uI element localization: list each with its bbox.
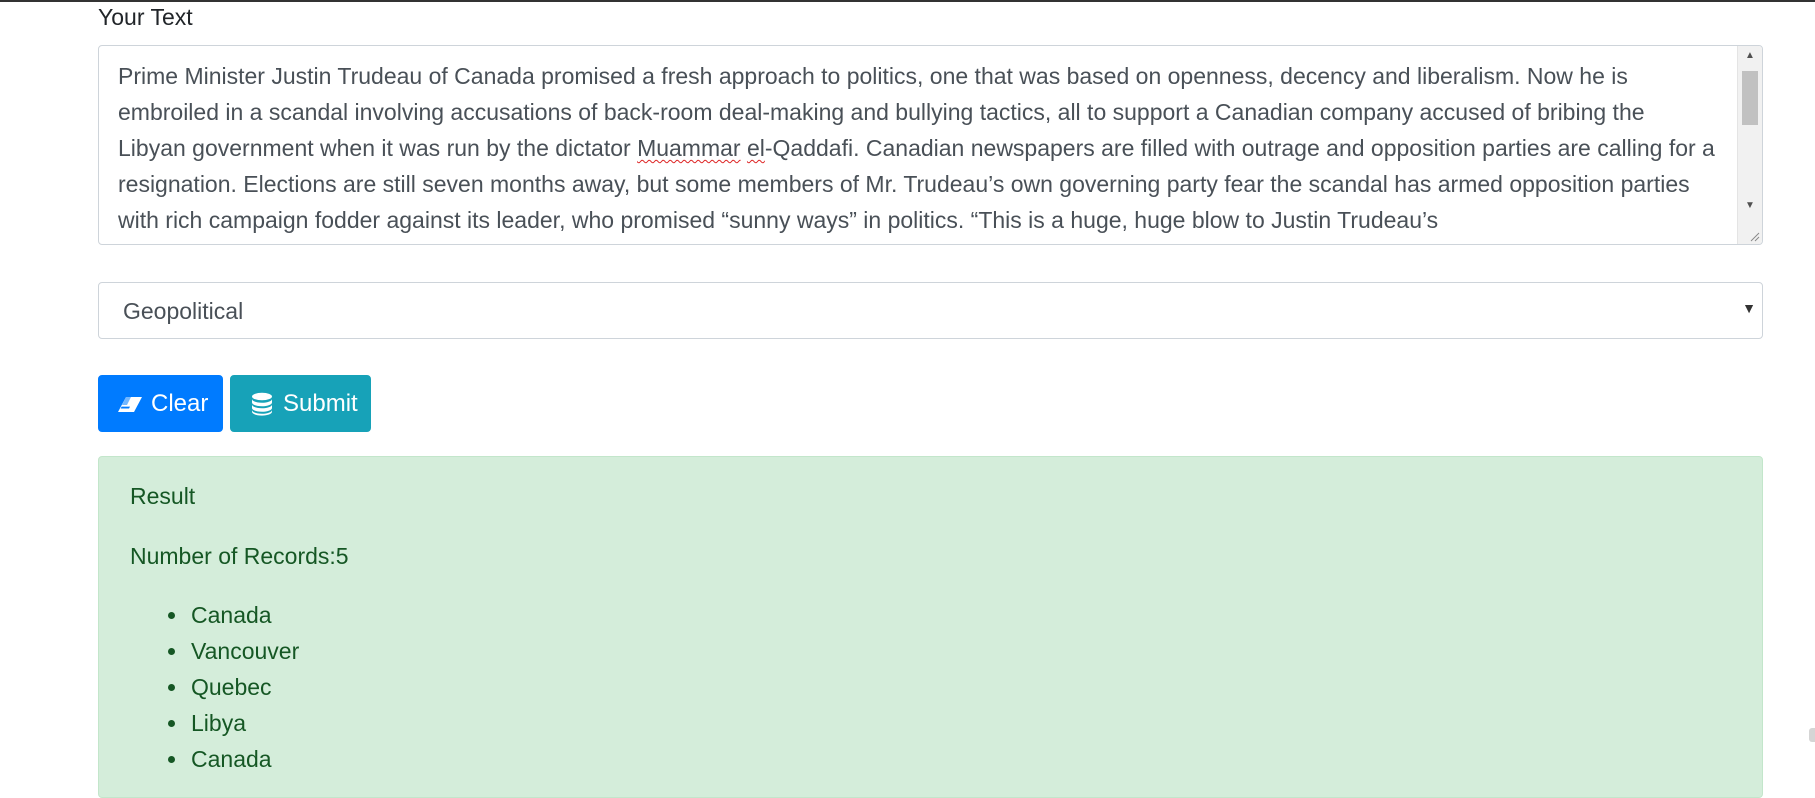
clear-button[interactable]: Clear: [98, 375, 223, 432]
result-title: Result: [130, 483, 196, 509]
page-scroll-edge: [1809, 728, 1815, 742]
submit-button[interactable]: Submit: [230, 375, 371, 432]
list-item: Canada: [189, 741, 299, 777]
textarea-scrollbar[interactable]: ▲ ▼: [1737, 46, 1762, 244]
category-select[interactable]: Geopolitical ▼: [98, 282, 1763, 339]
list-item: Libya: [189, 705, 299, 741]
scroll-up-arrow-icon[interactable]: ▲: [1738, 50, 1762, 61]
scroll-down-arrow-icon[interactable]: ▼: [1738, 200, 1762, 211]
your-text-label: Your Text: [98, 4, 193, 30]
window-top-border: [0, 0, 1815, 2]
clear-button-label: Clear: [151, 389, 209, 417]
list-item: Vancouver: [189, 633, 299, 669]
scroll-thumb[interactable]: [1742, 71, 1758, 125]
eraser-icon: [118, 396, 142, 412]
text-input-area[interactable]: Prime Minister Justin Trudeau of Canada …: [98, 45, 1763, 245]
records-list: Canada Vancouver Quebec Libya Canada: [130, 597, 299, 777]
submit-button-label: Submit: [283, 389, 358, 417]
misspelled-word: Muammar: [637, 135, 741, 161]
misspelled-word: el: [746, 135, 765, 161]
text-input-content[interactable]: Prime Minister Justin Trudeau of Canada …: [118, 58, 1718, 238]
result-panel: Result Number of Records:5 Canada Vancou…: [98, 456, 1763, 798]
list-item: Quebec: [189, 669, 299, 705]
list-item: Canada: [189, 597, 299, 633]
category-select-value: Geopolitical: [123, 298, 244, 324]
resize-grip-icon[interactable]: [1748, 230, 1760, 242]
chevron-down-icon: ▼: [1742, 300, 1756, 316]
record-count: Number of Records:5: [130, 543, 349, 569]
database-icon: [252, 392, 272, 416]
